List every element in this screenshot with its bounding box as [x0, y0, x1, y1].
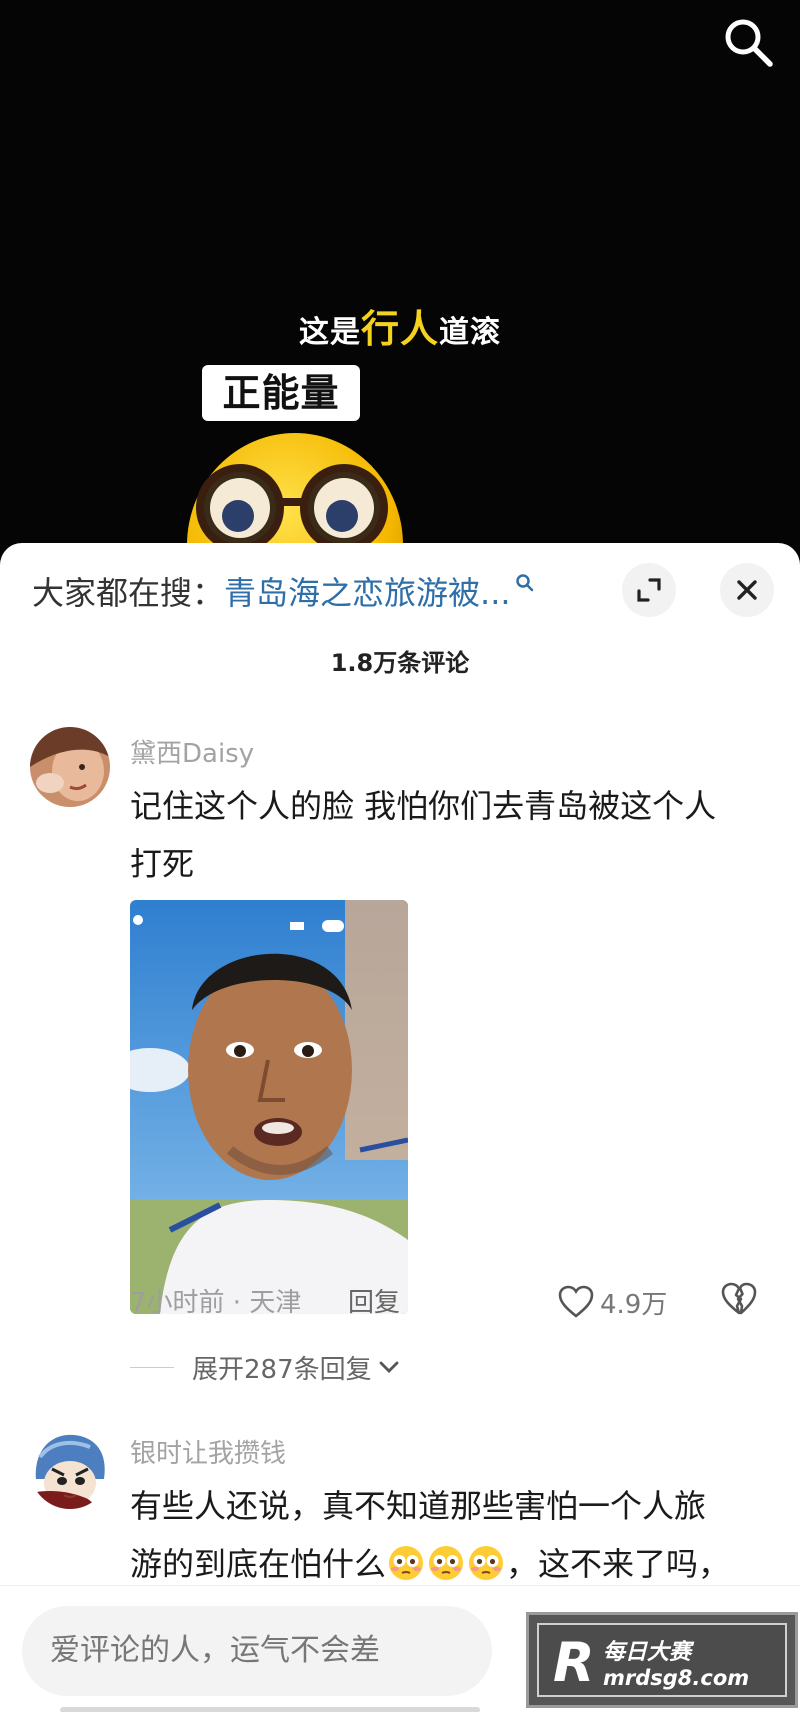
svg-text:mrdsg8.com: mrdsg8.com [603, 1666, 749, 1690]
like-count: 4.9万 [600, 1289, 668, 1320]
like-button[interactable]: 4.9万 [558, 1281, 667, 1323]
flushed-face-icon [429, 1546, 464, 1580]
comment-text-line: 打死 [130, 845, 195, 883]
comment-time-location: 7小时前 · 天津 [130, 1288, 302, 1318]
dislike-button[interactable] [720, 1281, 762, 1323]
expand-replies-label: 展开287条回复 [192, 1354, 372, 1385]
trending-label: 大家都在搜： [32, 574, 225, 612]
avatar[interactable] [30, 727, 110, 807]
caption-pre: 这是 [298, 315, 361, 350]
small-search-icon [515, 574, 533, 592]
comment-username[interactable]: 银时让我攒钱 [130, 1433, 286, 1470]
comment-text-segment: 游的到底在怕什么 [130, 1545, 387, 1583]
close-icon [737, 580, 757, 600]
photo-image [130, 900, 408, 1314]
comment-photo[interactable] [130, 900, 408, 1314]
caption-post: 道滚 [439, 315, 501, 350]
trending-search[interactable]: 大家都在搜：青岛海之恋旅游被... [32, 571, 552, 615]
broken-heart-icon [721, 1282, 757, 1315]
flushed-face-icon [389, 1546, 424, 1580]
caption-highlight: 行人 [360, 307, 439, 351]
svg-text:每日大赛: 每日大赛 [603, 1639, 695, 1665]
comment-text: 有些人还说，真不知道那些害怕一个人旅 游的到底在怕什么 ，这不来了吗， [130, 1477, 770, 1593]
avatar-image [30, 727, 110, 807]
chevron-down-icon [379, 1361, 399, 1373]
home-indicator [60, 1707, 480, 1712]
comment-sheet: 大家都在搜：青岛海之恋旅游被... 1.8万条评论 黛西Daisy 记住这个人的… [0, 543, 800, 1712]
divider-line [130, 1366, 174, 1368]
avatar[interactable] [30, 1429, 110, 1509]
comment-input[interactable]: 爱评论的人，运气不会差 [22, 1606, 492, 1696]
comment-text-line: 有些人还说，真不知道那些害怕一个人旅 [130, 1487, 707, 1525]
expand-replies-button[interactable]: 展开287条回复 [130, 1349, 400, 1385]
reply-button[interactable]: 回复 [348, 1283, 400, 1323]
flushed-face-icon [469, 1546, 504, 1580]
avatar-image [30, 1429, 110, 1509]
watermark-frame: R 每日大赛 mrdsg8.com [537, 1623, 787, 1697]
expand-button[interactable] [622, 563, 676, 617]
comment-username[interactable]: 黛西Daisy [130, 733, 254, 770]
expand-icon [637, 578, 661, 602]
video-caption: 这是行人道滚 [0, 298, 800, 353]
trending-query[interactable]: 青岛海之恋旅游被... [224, 574, 511, 612]
mascot-emoji [187, 433, 403, 560]
svg-text:R: R [553, 1631, 595, 1694]
watermark-logo: R 每日大赛 mrdsg8.com [553, 1631, 749, 1694]
search-icon [725, 19, 773, 67]
comment-text-segment: ，这不来了吗， [506, 1545, 731, 1583]
search-button[interactable] [718, 12, 778, 72]
video-player[interactable]: 这是行人道滚 正能量 [0, 0, 800, 560]
comment-text-line: 记住这个人的脸 我怕你们去青岛被这个人 [130, 787, 717, 825]
heart-icon [558, 1285, 594, 1318]
comment-text: 记住这个人的脸 我怕你们去青岛被这个人 打死 [130, 777, 770, 893]
watermark: R 每日大赛 mrdsg8.com [526, 1612, 798, 1708]
sticker-label: 正能量 [202, 365, 360, 421]
comment-count: 1.8万条评论 [330, 649, 470, 677]
close-button[interactable] [720, 563, 774, 617]
